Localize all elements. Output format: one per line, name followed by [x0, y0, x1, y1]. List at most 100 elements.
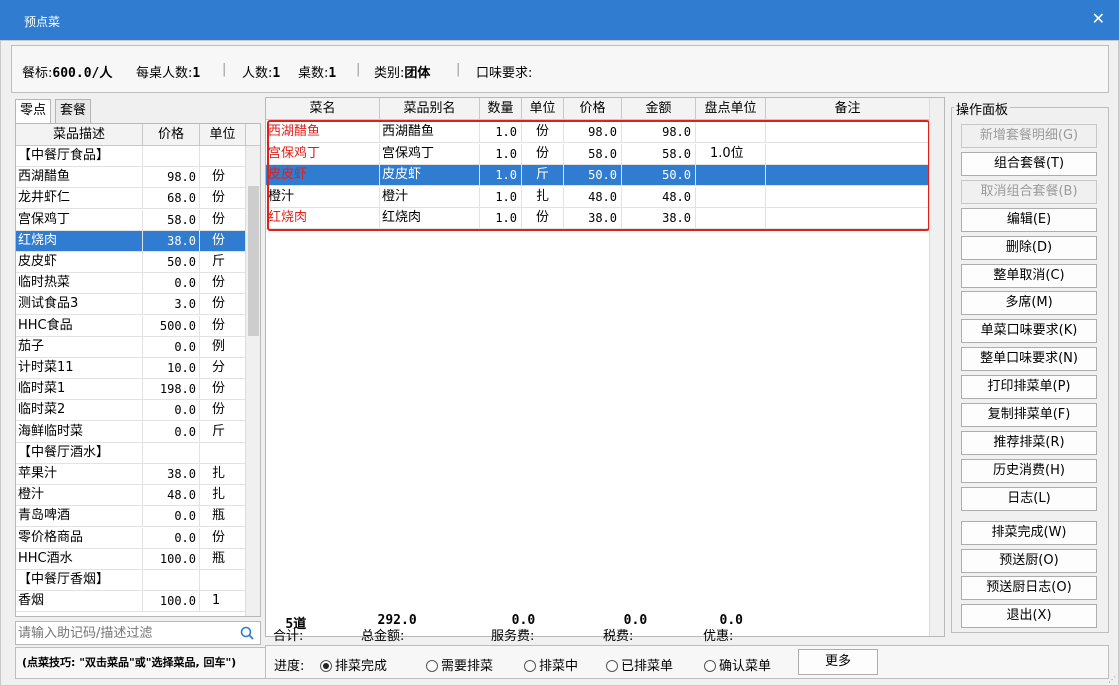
filter-input[interactable] — [18, 624, 234, 642]
tab-set-meal[interactable]: 套餐 — [55, 99, 92, 123]
menu-row[interactable]: HHC酒水 100.0 瓶 — [16, 548, 246, 570]
order-row[interactable]: 皮皮虾 皮皮虾 1.0 斤 50.0 50.0 — [266, 165, 930, 187]
order-cell: 50.0 — [564, 165, 622, 187]
progress-radio[interactable]: 需要排菜 — [426, 655, 493, 674]
menu-row[interactable]: 零价格商品 0.0 份 — [16, 527, 246, 549]
operation-button[interactable]: 删除(D) — [961, 235, 1097, 260]
operation-button[interactable]: 取消组合套餐(B) — [961, 179, 1097, 204]
order-cell — [696, 165, 766, 187]
menu-row[interactable]: 茄子 0.0 例 — [16, 336, 246, 358]
operation-button[interactable]: 整单取消(C) — [961, 263, 1097, 288]
separator: | — [456, 62, 461, 77]
column-header[interactable]: 菜品描述 — [16, 124, 143, 146]
menu-list-header: 菜品描述 价格 单位 — [16, 124, 260, 146]
column-header[interactable]: 数量 — [480, 98, 522, 120]
progress-radio[interactable]: 排菜完成 — [320, 655, 387, 674]
menu-cell-name: 宫保鸡丁 — [16, 209, 143, 231]
menu-row[interactable]: 海鲜临时菜 0.0 斤 — [16, 421, 246, 443]
order-cell — [766, 208, 930, 230]
menu-cell-unit: 1 — [200, 591, 246, 613]
operation-button[interactable]: 历史消费(H) — [961, 458, 1097, 483]
order-row[interactable]: 西湖醋鱼 西湖醋鱼 1.0 份 98.0 98.0 — [266, 122, 930, 143]
column-header[interactable]: 菜名 — [266, 98, 380, 120]
menu-row[interactable]: HHC食品 500.0 份 — [16, 315, 246, 337]
column-header[interactable]: 菜品别名 — [380, 98, 480, 120]
menu-cell-price: 68.0 — [143, 188, 200, 210]
radio-label: 排菜完成 — [335, 659, 388, 674]
progress-radio[interactable]: 已排菜单 — [606, 655, 673, 674]
menu-row[interactable]: 苹果汁 38.0 扎 — [16, 464, 246, 485]
vertical-scrollbar[interactable] — [245, 146, 260, 616]
operation-button[interactable]: 组合套餐(T) — [961, 151, 1097, 176]
menu-row[interactable]: 【中餐厅食品】 — [16, 146, 246, 167]
operation-button[interactable]: 编辑(E) — [961, 207, 1097, 232]
menu-row[interactable]: 青岛啤酒 0.0 瓶 — [16, 506, 246, 528]
menu-cell-unit: 斤 — [200, 421, 246, 443]
operation-button[interactable]: 预送厨日志(O) — [961, 576, 1097, 601]
order-cell: 58.0 — [622, 143, 696, 165]
column-header[interactable]: 价格 — [564, 98, 622, 120]
dish-total: 合计: 5道 — [273, 617, 307, 644]
search-icon[interactable] — [240, 626, 254, 640]
radio-label: 需要排菜 — [441, 659, 494, 674]
progress-radio[interactable]: 排菜中 — [524, 655, 578, 674]
menu-row[interactable]: 测试食品3 3.0 份 — [16, 294, 246, 316]
menu-row[interactable]: 临时菜2 0.0 份 — [16, 400, 246, 422]
order-row[interactable]: 宫保鸡丁 宫保鸡丁 1.0 份 58.0 58.0 1.0位 — [266, 143, 930, 165]
menu-row[interactable]: 皮皮虾 50.0 斤 — [16, 252, 246, 273]
close-icon[interactable]: ✕ — [1092, 9, 1105, 29]
order-cell — [766, 165, 930, 187]
operation-button[interactable]: 预送厨(O) — [961, 548, 1097, 573]
menu-cell-price: 98.0 — [143, 167, 200, 189]
menu-cell-name: 测试食品3 — [16, 294, 143, 316]
operation-button[interactable]: 单菜口味要求(K) — [961, 319, 1097, 344]
menu-row[interactable]: 临时热菜 0.0 份 — [16, 273, 246, 295]
operation-button[interactable]: 多席(M) — [961, 291, 1097, 316]
order-row[interactable]: 红烧肉 红烧肉 1.0 份 38.0 38.0 — [266, 208, 930, 230]
menu-row[interactable]: 橙汁 48.0 扎 — [16, 485, 246, 507]
operation-button[interactable]: 复制排菜单(F) — [961, 403, 1097, 427]
menu-cell-unit: 份 — [200, 273, 246, 295]
menu-cell-price: 100.0 — [143, 591, 200, 613]
menu-row[interactable]: 临时菜1 198.0 份 — [16, 379, 246, 401]
discount: 优惠: 0.0 — [703, 613, 744, 644]
progress-radio[interactable]: 确认菜单 — [704, 655, 771, 674]
column-header[interactable]: 单位 — [522, 98, 564, 120]
menu-row[interactable]: 【中餐厅香烟】 — [16, 570, 246, 591]
operation-button[interactable]: 排菜完成(W) — [961, 520, 1097, 545]
column-header[interactable]: 金额 — [622, 98, 696, 120]
more-button[interactable]: 更多 — [798, 649, 878, 675]
operation-button[interactable]: 新增套餐明细(G) — [961, 124, 1097, 148]
tab-a-la-carte[interactable]: 零点 — [15, 99, 52, 123]
radio-dot-icon — [704, 660, 716, 672]
resize-grip-icon[interactable]: ⋰ — [1108, 675, 1116, 684]
menu-row[interactable]: 计时菜11 10.0 分 — [16, 358, 246, 379]
menu-cell-name: 香烟 — [16, 591, 143, 613]
column-header[interactable]: 单位 — [200, 124, 246, 146]
menu-cell-price: 38.0 — [143, 230, 200, 252]
operation-button[interactable]: 整单口味要求(N) — [961, 347, 1097, 372]
column-header[interactable]: 盘点单位 — [696, 98, 766, 120]
menu-cell-unit: 瓶 — [200, 506, 246, 528]
vertical-scrollbar[interactable] — [929, 98, 944, 636]
operation-button[interactable]: 打印排菜单(P) — [961, 375, 1097, 400]
menu-row[interactable]: 红烧肉 38.0 份 — [16, 230, 246, 252]
operation-button[interactable]: 推荐排菜(R) — [961, 430, 1097, 455]
operation-button[interactable]: 退出(X) — [961, 604, 1097, 629]
scrollbar-thumb[interactable] — [248, 186, 259, 336]
menu-row[interactable]: 【中餐厅酒水】 — [16, 442, 246, 464]
menu-row[interactable]: 西湖醋鱼 98.0 份 — [16, 167, 246, 189]
order-cell: 斤 — [522, 165, 564, 187]
menu-row[interactable]: 香烟 100.0 1 — [16, 591, 246, 613]
category: 类别:团体 — [374, 66, 431, 81]
operation-button[interactable]: 日志(L) — [961, 486, 1097, 511]
order-cell — [696, 208, 766, 230]
column-header[interactable]: 备注 — [766, 98, 930, 120]
total-amount: 总金额: 292.0 — [361, 613, 417, 644]
column-header[interactable]: 价格 — [143, 124, 200, 146]
order-row[interactable]: 橙汁 橙汁 1.0 扎 48.0 48.0 — [266, 186, 930, 208]
menu-cell-name: 计时菜11 — [16, 358, 143, 379]
menu-row[interactable]: 宫保鸡丁 58.0 份 — [16, 209, 246, 231]
menu-row[interactable]: 龙井虾仁 68.0 份 — [16, 188, 246, 210]
order-cell: 宫保鸡丁 — [266, 143, 380, 165]
